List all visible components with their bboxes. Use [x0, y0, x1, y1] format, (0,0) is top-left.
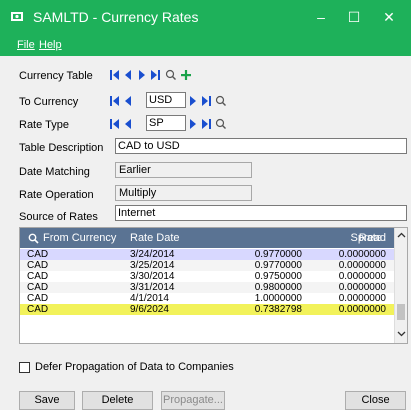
column-header-spread[interactable]: Spread	[351, 232, 386, 244]
cell-rate: 0.7382798	[254, 304, 302, 315]
first-record-icon[interactable]	[110, 119, 119, 129]
date-matching-label: Date Matching	[19, 166, 90, 178]
table-row[interactable]: CAD 3/31/2014 0.9800000 0.0000000	[20, 282, 395, 293]
source-of-rates-label: Source of Rates	[19, 211, 98, 223]
menu-file[interactable]: File	[17, 39, 35, 51]
defer-propagation-label: Defer Propagation of Data to Companies	[35, 361, 234, 373]
close-button[interactable]: Close	[345, 391, 406, 410]
cell-rate-date: 3/24/2014	[130, 249, 175, 260]
table-row[interactable]: CAD 9/6/2024 0.7382798 0.0000000	[20, 304, 395, 315]
defer-propagation-checkbox[interactable]	[19, 362, 30, 373]
cell-rate: 0.9770000	[254, 249, 302, 260]
minimize-button[interactable]: –	[306, 6, 336, 28]
next-record-icon[interactable]	[190, 119, 196, 129]
propagate-button[interactable]: Propagate...	[161, 391, 225, 410]
rate-operation-value: Multiply	[115, 185, 252, 201]
next-record-icon[interactable]	[139, 70, 145, 80]
title-bar: SAMLTD - Currency Rates – ☐ ✕	[0, 0, 411, 36]
previous-record-icon[interactable]	[125, 119, 131, 129]
to-currency-field[interactable]: USD	[146, 92, 186, 108]
first-record-icon[interactable]	[110, 96, 119, 106]
cell-rate-date: 3/25/2014	[130, 260, 175, 271]
first-record-icon[interactable]	[110, 70, 119, 80]
cell-spread: 0.0000000	[338, 271, 386, 282]
cell-from-currency: CAD	[27, 271, 49, 282]
close-window-button[interactable]: ✕	[374, 6, 404, 28]
cell-rate-date: 4/1/2014	[130, 293, 169, 304]
cell-rate-date: 3/31/2014	[130, 282, 175, 293]
cell-spread: 0.0000000	[338, 293, 386, 304]
maximize-button[interactable]: ☐	[339, 6, 369, 28]
new-record-icon[interactable]	[181, 70, 191, 80]
currency-table-navigator	[110, 69, 191, 80]
menu-help[interactable]: Help	[39, 39, 62, 51]
rate-type-prev-nav	[110, 119, 131, 129]
cell-rate: 1.0000000	[254, 293, 302, 304]
cell-spread: 0.0000000	[338, 304, 386, 315]
window-title: SAMLTD - Currency Rates	[33, 9, 199, 25]
table-row[interactable]: CAD 3/25/2014 0.9770000 0.0000000	[20, 260, 395, 271]
previous-record-icon[interactable]	[125, 96, 131, 106]
previous-record-icon[interactable]	[125, 70, 131, 80]
app-icon	[11, 12, 23, 21]
scroll-down-icon[interactable]	[397, 331, 406, 337]
grid-vertical-scrollbar[interactable]	[394, 228, 407, 343]
to-currency-label: To Currency	[19, 96, 79, 108]
table-description-label: Table Description	[19, 142, 104, 154]
last-record-icon[interactable]	[202, 119, 211, 129]
search-icon[interactable]	[28, 233, 39, 244]
save-button[interactable]: Save	[19, 391, 75, 410]
last-record-icon[interactable]	[202, 96, 211, 106]
cell-from-currency: CAD	[27, 260, 49, 271]
table-row[interactable]: CAD 3/24/2014 0.9770000 0.0000000	[20, 249, 395, 260]
scroll-up-icon[interactable]	[397, 232, 406, 238]
finder-icon[interactable]	[215, 118, 226, 129]
column-header-from-currency[interactable]: From Currency	[43, 232, 116, 244]
cell-spread: 0.0000000	[338, 260, 386, 271]
cell-from-currency: CAD	[27, 249, 49, 260]
table-row[interactable]: CAD 4/1/2014 1.0000000 0.0000000	[20, 293, 395, 304]
table-description-field[interactable]: CAD to USD	[115, 138, 407, 154]
column-header-rate-date[interactable]: Rate Date	[130, 232, 180, 244]
menu-bar: File Help	[0, 36, 411, 56]
next-record-icon[interactable]	[190, 96, 196, 106]
cell-from-currency: CAD	[27, 304, 49, 315]
cell-rate-date: 3/30/2014	[130, 271, 175, 282]
cell-from-currency: CAD	[27, 282, 49, 293]
rate-operation-label: Rate Operation	[19, 189, 94, 201]
rate-type-field[interactable]: SP	[146, 115, 186, 131]
cell-spread: 0.0000000	[338, 249, 386, 260]
finder-icon[interactable]	[215, 95, 226, 106]
scrollbar-thumb[interactable]	[397, 304, 405, 320]
grid-header: From Currency Rate Date Rate Spread	[20, 228, 395, 248]
cell-rate: 0.9800000	[254, 282, 302, 293]
rates-grid[interactable]: From Currency Rate Date Rate Spread CAD 3…	[19, 227, 408, 344]
delete-button[interactable]: Delete	[82, 391, 153, 410]
cell-rate-date: 9/6/2024	[130, 304, 169, 315]
cell-spread: 0.0000000	[338, 282, 386, 293]
last-record-icon[interactable]	[151, 70, 160, 80]
date-matching-value: Earlier	[115, 162, 252, 178]
rate-type-label: Rate Type	[19, 119, 69, 131]
finder-icon[interactable]	[165, 69, 176, 80]
rate-type-next-nav	[190, 118, 226, 129]
source-of-rates-field[interactable]: Internet	[115, 205, 407, 221]
cell-rate: 0.9750000	[254, 271, 302, 282]
cell-from-currency: CAD	[27, 293, 49, 304]
cell-rate: 0.9770000	[254, 260, 302, 271]
currency-table-label: Currency Table	[19, 70, 93, 82]
table-row[interactable]: CAD 3/30/2014 0.9750000 0.0000000	[20, 271, 395, 282]
to-currency-prev-nav	[110, 96, 131, 106]
to-currency-next-nav	[190, 95, 226, 106]
